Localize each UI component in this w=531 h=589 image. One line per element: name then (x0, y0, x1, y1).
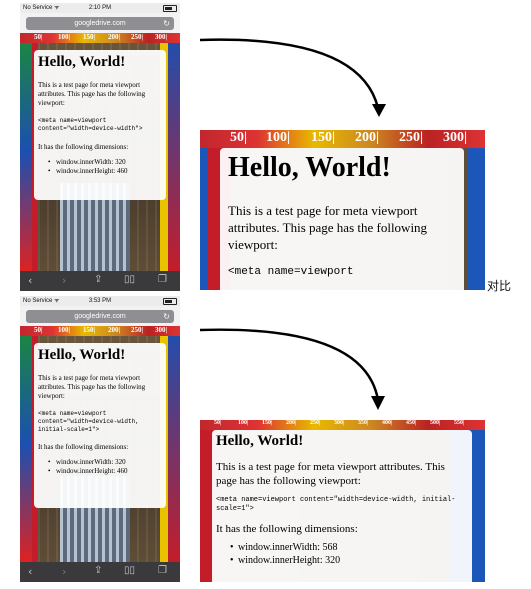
page-title: Hello, World! (228, 152, 391, 183)
intro-text: This is a test page for meta viewport at… (216, 461, 445, 487)
tabs-icon[interactable]: ❐ (158, 565, 167, 576)
dims-heading: It has the following dimensions: (38, 443, 129, 451)
ruler-bar: 50| 100| 150| 200| 250| 300| 350| 400| 4… (200, 420, 485, 430)
compare-label: 对比 (487, 279, 512, 293)
zoomed-view-top: 50| 100| 150| 200| 250| 300| Hello, Worl… (200, 130, 485, 290)
list-item: window.innerWidth: 320 (48, 458, 162, 467)
ruler-tick: 300| (155, 326, 168, 334)
zoomed-view-bottom: 50| 100| 150| 200| 250| 300| 350| 400| 4… (200, 420, 485, 582)
address-bar: googledrive.com ↻ (20, 306, 180, 326)
url-text: googledrive.com (74, 313, 126, 320)
list-item: window.innerHeight: 460 (48, 467, 162, 476)
content-card: Hello, World! This is a test page for me… (220, 148, 464, 290)
status-bar: No Service ᯤ 3:53 PM (20, 296, 180, 306)
meta-code: <meta name=viewport (228, 266, 354, 278)
ruler-tick: 50| (230, 130, 248, 145)
ruler-bar: 50| 100| 150| 200| 250| 300| (200, 130, 485, 148)
page-title: Hello, World! (216, 433, 304, 449)
ruler-tick: 250| (310, 420, 321, 426)
meta-code: <meta name=viewport content="width=devic… (38, 410, 143, 433)
page-background: 50| 100| 150| 200| 250| 300| Hello, Worl… (20, 326, 180, 562)
dims-list: window.innerWidth: 568 window.innerHeigh… (216, 541, 468, 567)
content-card: Hello, World! This is a test page for me… (34, 343, 166, 508)
bottom-phone-screenshot: No Service ᯤ 3:53 PM googledrive.com ↻ 5… (20, 296, 180, 582)
dims-heading: It has the following dimensions: (216, 523, 358, 535)
browser-toolbar: ‹ › ⇪ ▯▯ ❐ (20, 562, 180, 582)
ruler-tick: 200| (108, 326, 121, 334)
battery-icon (163, 298, 177, 305)
share-icon[interactable]: ⇪ (94, 565, 102, 576)
ruler-tick: 50| (34, 326, 43, 334)
url-field[interactable]: googledrive.com ↻ (26, 310, 174, 323)
reload-icon[interactable]: ↻ (163, 310, 170, 323)
ruler-tick: 150| (262, 420, 273, 426)
intro-text: This is a test page for meta viewport at… (38, 374, 146, 400)
ruler-tick: 550| (454, 420, 465, 426)
ruler-tick: 100| (238, 420, 249, 426)
ruler-tick: 200| (355, 130, 380, 145)
ruler-tick: 100| (266, 130, 291, 145)
forward-icon[interactable]: › (62, 565, 66, 578)
ruler-tick: 400| (382, 420, 393, 426)
bookmarks-icon[interactable]: ▯▯ (124, 565, 135, 576)
ruler-tick: 150| (311, 130, 336, 145)
dims-list: window.innerWidth: 320 window.innerHeigh… (38, 458, 162, 476)
ruler-tick: 50| (214, 420, 222, 426)
ruler-tick: 200| (286, 420, 297, 426)
content-card: Hello, World! This is a test page for me… (212, 430, 472, 582)
meta-code: <meta name=viewport content="width=devic… (216, 496, 456, 513)
ruler-bar: 50| 100| 150| 200| 250| 300| (20, 326, 180, 336)
intro-text: This is a test page for meta viewport at… (228, 203, 428, 252)
ruler-tick: 350| (358, 420, 369, 426)
clock: 3:53 PM (88, 298, 112, 304)
back-icon[interactable]: ‹ (28, 565, 32, 578)
list-item: window.innerHeight: 320 (230, 554, 468, 567)
ruler-tick: 250| (399, 130, 424, 145)
page-title: Hello, World! (38, 347, 126, 363)
ruler-tick: 450| (406, 420, 417, 426)
ruler-tick: 500| (430, 420, 441, 426)
ruler-tick: 100| (58, 326, 71, 334)
ruler-tick: 250| (131, 326, 144, 334)
ruler-tick: 300| (334, 420, 345, 426)
list-item: window.innerWidth: 568 (230, 541, 468, 554)
ruler-tick: 150| (83, 326, 96, 334)
ruler-tick: 300| (443, 130, 468, 145)
